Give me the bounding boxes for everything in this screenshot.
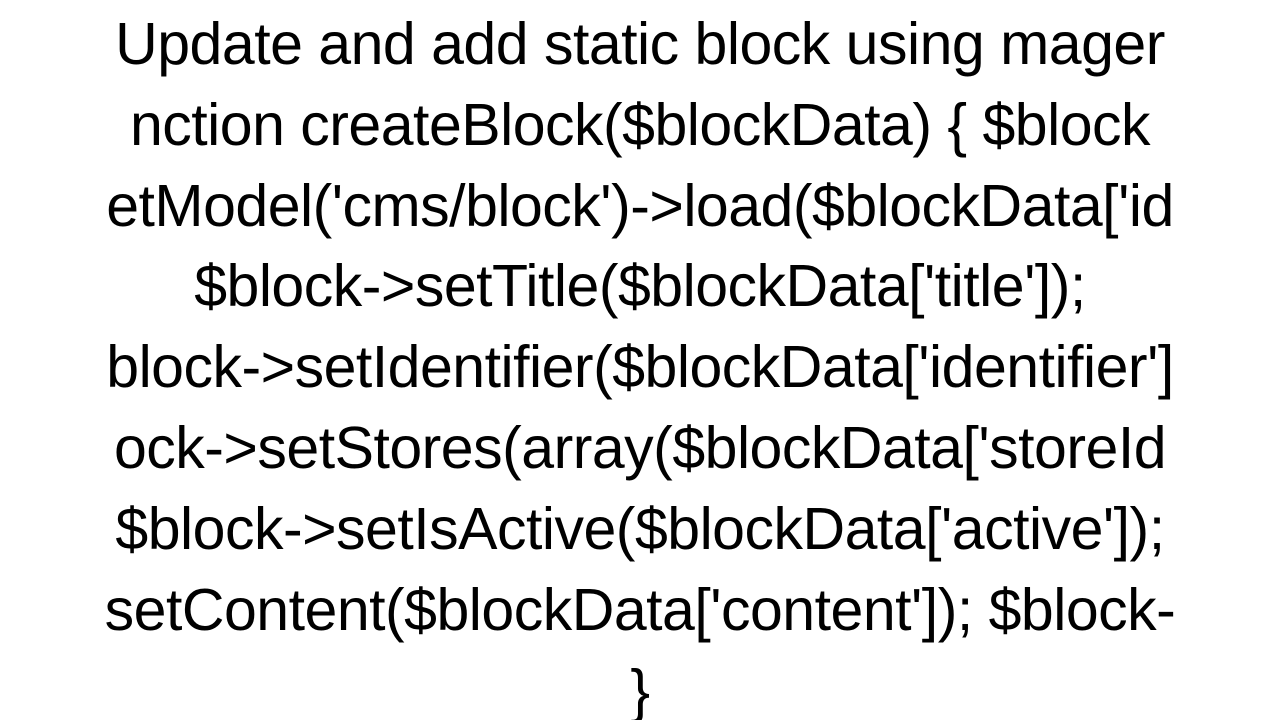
code-line: ock->setStores(array($blockData['storeId [0,408,1280,489]
code-text-block: Update and add static block using mager … [0,0,1280,720]
code-line: Update and add static block using mager [0,4,1280,85]
code-line: $block->setIsActive($blockData['active']… [0,489,1280,570]
code-line: $block->setTitle($blockData['title']); [0,246,1280,327]
code-line: nction createBlock($blockData) { $block [0,85,1280,166]
code-line: setContent($blockData['content']); $bloc… [0,570,1280,651]
code-line: } [0,651,1280,720]
code-line: etModel('cms/block')->load($blockData['i… [0,166,1280,247]
code-line: block->setIdentifier($blockData['identif… [0,327,1280,408]
